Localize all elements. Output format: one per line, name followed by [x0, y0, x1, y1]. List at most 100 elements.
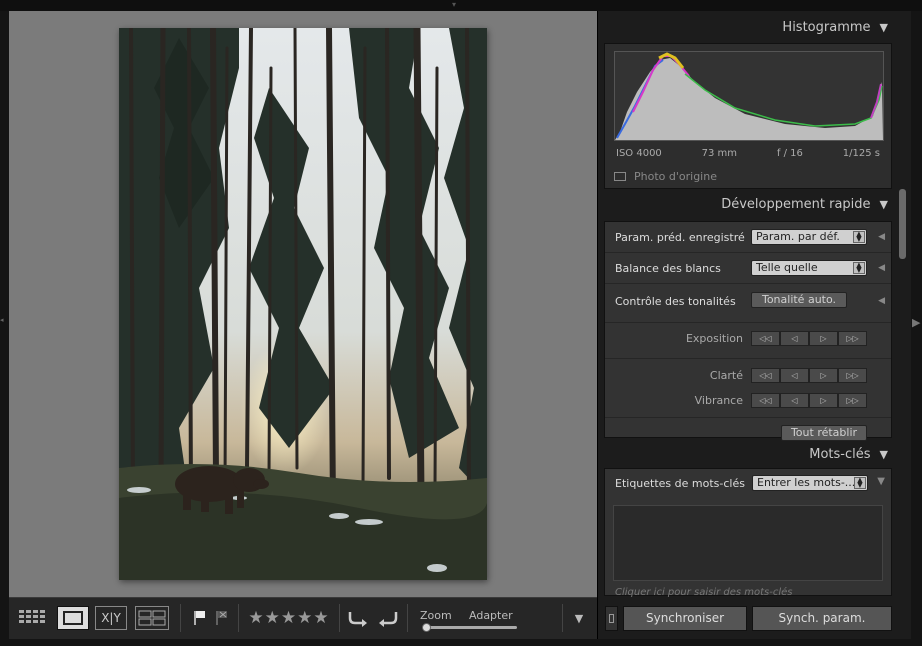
flag-icon — [194, 611, 205, 625]
lightroom-window: ▾ ◂ X|Y ★★★★★ Zoom Adapter ▼ Histogramme… — [0, 0, 922, 646]
photo-forest-bear[interactable] — [119, 28, 487, 580]
exposure-decrease-button[interactable]: ◁ — [780, 331, 809, 346]
histogram-title: Histogramme — [782, 19, 871, 35]
sync-button[interactable]: Synchroniser — [623, 606, 747, 631]
switch-icon — [609, 614, 614, 623]
clarity-increase-large-button[interactable]: ▷▷ — [838, 368, 867, 383]
grid-view-button[interactable] — [17, 606, 47, 630]
white-balance-select[interactable]: Telle quelle ▲ ▼ — [751, 260, 867, 276]
quick-develop-panel: Param. préd. enregistré Param. par déf. … — [604, 221, 892, 441]
right-panel: Histogramme ▼ ISO 4000 73 mm f / 16 1/125… — [597, 11, 911, 639]
expand-triangle-icon[interactable]: ◀ — [878, 296, 885, 306]
exposure-increase-button[interactable]: ▷ — [809, 331, 838, 346]
saved-preset-select[interactable]: Param. par déf. ▲ ▼ — [751, 229, 867, 245]
keyword-tags-value: Entrer les mots-... — [757, 476, 856, 489]
exif-info: ISO 4000 73 mm f / 16 1/125 s — [616, 148, 880, 159]
aperture-value: f / 16 — [776, 148, 803, 159]
exposure-decrease-large-button[interactable]: ◁◁ — [751, 331, 780, 346]
vibrance-decrease-button[interactable]: ◁ — [780, 393, 809, 408]
saved-preset-value: Param. par déf. — [756, 230, 840, 243]
vibrance-steppers: ◁◁ ◁ ▷ ▷▷ — [751, 393, 867, 408]
rotate-left-icon — [348, 612, 367, 627]
histogram-panel: ISO 4000 73 mm f / 16 1/125 s Photo d'or… — [604, 43, 892, 189]
histogram-graph[interactable] — [614, 51, 884, 141]
divider — [605, 358, 891, 359]
separator — [180, 604, 181, 632]
zoom-value: Adapter — [469, 609, 513, 622]
focal-length: 73 mm — [701, 148, 738, 159]
survey-view-button[interactable] — [135, 606, 169, 630]
vibrance-increase-button[interactable]: ▷ — [809, 393, 838, 408]
star-rating[interactable]: ★★★★★ — [245, 606, 333, 630]
white-balance-value: Telle quelle — [756, 261, 818, 274]
quick-develop-header[interactable]: Développement rapide ▼ — [604, 190, 892, 218]
zoom-slider[interactable] — [422, 623, 517, 632]
original-photo-toggle[interactable]: Photo d'origine — [614, 170, 717, 183]
keywords-title: Mots-clés — [809, 446, 871, 462]
top-panel-handle[interactable]: ▾ — [0, 0, 922, 11]
select-arrows-icon: ▲ ▼ — [853, 231, 865, 243]
exposure-steppers: ◁◁ ◁ ▷ ▷▷ — [751, 331, 867, 346]
auto-sync-toggle[interactable] — [605, 606, 618, 631]
collapse-triangle-icon[interactable]: ▼ — [880, 21, 888, 34]
filmstrip-toolbar: X|Y ★★★★★ Zoom Adapter ▼ — [9, 597, 597, 639]
vibrance-decrease-large-button[interactable]: ◁◁ — [751, 393, 780, 408]
compare-view-button[interactable]: X|Y — [95, 606, 127, 630]
keywords-textarea[interactable] — [613, 505, 883, 581]
clarity-label: Clarté — [709, 369, 743, 382]
auto-tone-button[interactable]: Tonalité auto. — [751, 292, 847, 308]
vibrance-label: Vibrance — [694, 394, 743, 407]
sync-settings-button[interactable]: Synch. param. — [752, 606, 892, 631]
panel-scrollbar[interactable] — [899, 189, 906, 259]
grid-view-icon — [19, 610, 45, 623]
exposure-increase-large-button[interactable]: ▷▷ — [838, 331, 867, 346]
tone-control-label: Contrôle des tonalités — [615, 295, 736, 308]
white-balance-label: Balance des blancs — [615, 262, 721, 275]
quick-develop-title: Développement rapide — [721, 196, 871, 212]
exposure-label: Exposition — [685, 332, 743, 345]
collapse-triangle-icon[interactable]: ▼ — [880, 198, 888, 211]
flag-reject-button[interactable] — [213, 606, 231, 630]
histogram-header[interactable]: Histogramme ▼ — [604, 13, 892, 41]
rotate-right-icon — [379, 612, 398, 627]
collapse-triangle-icon[interactable]: ▼ — [880, 448, 888, 461]
keyword-tags-label: Etiquettes de mots-clés — [615, 477, 745, 490]
reject-flag-icon — [216, 611, 227, 625]
clarity-steppers: ◁◁ ◁ ▷ ▷▷ — [751, 368, 867, 383]
image-viewport — [9, 11, 597, 597]
flag-pick-button[interactable] — [191, 606, 209, 630]
select-arrows-icon: ▲ ▼ — [853, 262, 865, 274]
expand-triangle-icon[interactable]: ◀ — [878, 263, 885, 273]
keywords-hint: Cliquer ici pour saisir des mots-clés — [615, 587, 793, 598]
keywords-panel: Etiquettes de mots-clés Entrer les mots-… — [604, 468, 892, 598]
shutter-speed: 1/125 s — [842, 148, 880, 159]
separator — [238, 604, 239, 632]
sync-bar: Synchroniser Synch. param. — [598, 602, 911, 639]
original-photo-checkbox[interactable] — [614, 172, 626, 181]
toolbar-menu-chevron-icon[interactable]: ▼ — [569, 606, 589, 630]
white-balance-row: Balance des blancs Telle quelle ▲ ▼ ◀ — [605, 253, 891, 284]
vibrance-increase-large-button[interactable]: ▷▷ — [838, 393, 867, 408]
clarity-increase-button[interactable]: ▷ — [809, 368, 838, 383]
tone-control-row: Contrôle des tonalités Tonalité auto. ◀ … — [605, 284, 891, 441]
loupe-view-button[interactable] — [57, 606, 89, 630]
keywords-header[interactable]: Mots-clés ▼ — [604, 440, 892, 468]
left-panel-toggle-icon[interactable]: ◂ — [0, 316, 4, 324]
separator — [339, 604, 340, 632]
grip-icon: ▾ — [452, 0, 457, 9]
clarity-decrease-button[interactable]: ◁ — [780, 368, 809, 383]
divider — [605, 322, 891, 323]
zoom-label: Zoom — [420, 609, 452, 622]
collapse-triangle-icon[interactable]: ▼ — [877, 476, 885, 487]
zoom-slider-thumb[interactable] — [422, 623, 431, 632]
saved-preset-label: Param. préd. enregistré — [615, 231, 745, 244]
select-arrows-icon: ▲ ▼ — [854, 477, 866, 489]
right-panel-toggle-icon[interactable]: ▶ — [912, 316, 920, 329]
rotate-right-button[interactable] — [375, 606, 401, 630]
reset-all-button[interactable]: Tout rétablir — [781, 425, 867, 441]
rotate-left-button[interactable] — [345, 606, 371, 630]
saved-preset-row: Param. préd. enregistré Param. par déf. … — [605, 222, 891, 253]
expand-triangle-icon[interactable]: ◀ — [878, 232, 885, 242]
keyword-tags-select[interactable]: Entrer les mots-... ▲ ▼ — [752, 475, 868, 491]
clarity-decrease-large-button[interactable]: ◁◁ — [751, 368, 780, 383]
